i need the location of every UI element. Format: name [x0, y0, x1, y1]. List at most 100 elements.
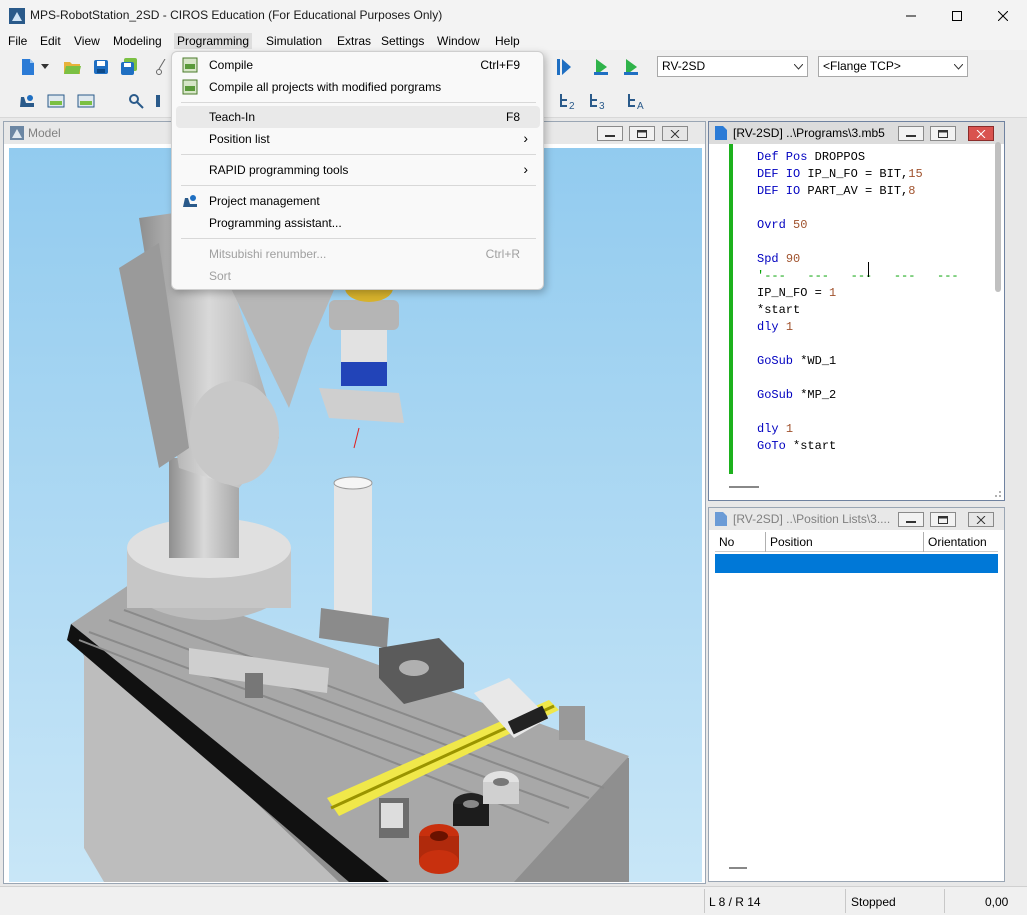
close-icon[interactable] — [968, 512, 994, 527]
step-forward-icon[interactable] — [553, 56, 575, 78]
tcp-select-value: <Flange TCP> — [823, 59, 901, 73]
list-a-icon[interactable]: A — [626, 90, 648, 112]
code-line[interactable]: dly 1 — [757, 422, 793, 436]
minimize-icon[interactable] — [597, 126, 623, 141]
code-line[interactable]: GoSub *WD_1 — [757, 354, 836, 368]
program-editor-window[interactable]: [RV-2SD] ..\Programs\3.mb5 Def Pos DROPP… — [708, 121, 1005, 501]
code-line[interactable]: GoSub *MP_2 — [757, 388, 836, 402]
programming-menu: Compile Ctrl+F9 Compile all projects with… — [171, 51, 544, 290]
code-line[interactable]: dly 1 — [757, 320, 793, 334]
minimize-button[interactable] — [888, 0, 934, 32]
column-divider[interactable] — [923, 532, 924, 552]
list-2-icon[interactable]: 2 — [558, 90, 580, 112]
column-no[interactable]: No — [719, 535, 734, 549]
program-window-titlebar[interactable]: [RV-2SD] ..\Programs\3.mb5 — [709, 122, 1004, 144]
code-line[interactable]: DEF IO IP_N_FO = BIT,15 — [757, 167, 923, 181]
code-line[interactable]: DEF IO PART_AV = BIT,8 — [757, 184, 915, 198]
maximize-button[interactable] — [934, 0, 980, 32]
close-icon[interactable] — [968, 126, 994, 141]
restore-icon[interactable] — [930, 126, 956, 141]
robot-select[interactable]: RV-2SD — [657, 56, 808, 77]
horizontal-scrollbar[interactable] — [729, 867, 747, 869]
menu-help[interactable]: Help — [492, 33, 523, 49]
code-line[interactable]: Spd 90 — [757, 252, 800, 266]
menu-item-sort[interactable]: Sort — [176, 265, 540, 287]
save-all-icon[interactable] — [119, 56, 141, 78]
menu-edit[interactable]: Edit — [37, 33, 64, 49]
menu-item-teach-in[interactable]: Teach-In F8 — [176, 106, 540, 128]
restore-icon[interactable] — [930, 512, 956, 527]
compile-all-icon — [182, 79, 198, 95]
program-window-title: [RV-2SD] ..\Programs\3.mb5 — [733, 126, 885, 140]
tcp-select[interactable]: <Flange TCP> — [818, 56, 968, 77]
list-a-label: A — [637, 101, 644, 110]
column-position[interactable]: Position — [770, 535, 813, 549]
chevron-right-icon: › — [523, 161, 528, 177]
menu-simulation[interactable]: Simulation — [263, 33, 325, 49]
resize-grip-icon[interactable] — [992, 488, 1002, 498]
status-bar: L 8 / R 14 Stopped 0,00 — [0, 886, 1027, 915]
change-marker — [729, 144, 733, 474]
code-line[interactable]: Ovrd 50 — [757, 218, 807, 232]
menu-file[interactable]: File — [5, 33, 30, 49]
minimize-icon[interactable] — [898, 512, 924, 527]
robot-select-value: RV-2SD — [662, 59, 706, 73]
menu-programming[interactable]: Programming — [174, 33, 253, 49]
code-line[interactable]: *start — [757, 303, 800, 317]
menu-window[interactable]: Window — [434, 33, 483, 49]
code-line[interactable]: Def Pos DROPPOS — [757, 150, 865, 164]
user-icon[interactable] — [152, 90, 166, 112]
column-divider[interactable] — [765, 532, 766, 552]
close-icon[interactable] — [662, 126, 688, 141]
robot-tool-icon[interactable] — [16, 90, 38, 112]
position-table-header: No Position Orientation — [715, 532, 998, 552]
table-row[interactable] — [715, 554, 998, 573]
chevron-down-icon — [792, 57, 804, 76]
code-line[interactable]: IP_N_FO = 1 — [757, 286, 836, 300]
code-line[interactable]: GoTo *start — [757, 439, 836, 453]
menu-item-compile-all[interactable]: Compile all projects with modified porgr… — [176, 76, 540, 98]
position-window-titlebar[interactable]: [RV-2SD] ..\Position Lists\3.... — [709, 508, 1004, 530]
restore-icon[interactable] — [629, 126, 655, 141]
menu-item-rapid-tools[interactable]: RAPID programming tools › — [176, 159, 540, 181]
compile-icon — [182, 57, 198, 73]
code-editor[interactable]: Def Pos DROPPOS DEF IO IP_N_FO = BIT,15 … — [717, 144, 997, 474]
menu-modeling[interactable]: Modeling — [110, 33, 165, 49]
project-management-icon — [183, 195, 197, 207]
menu-separator — [181, 154, 536, 155]
menu-view[interactable]: View — [71, 33, 103, 49]
simulation-time: 0,00 — [985, 895, 1009, 909]
menu-extras[interactable]: Extras — [334, 33, 374, 49]
document-icon — [715, 512, 727, 526]
menu-settings[interactable]: Settings — [378, 33, 427, 49]
minimize-icon[interactable] — [898, 126, 924, 141]
workcell-alt-icon[interactable] — [75, 90, 97, 112]
menu-item-project-management[interactable]: Project management — [176, 190, 540, 212]
close-button[interactable] — [980, 0, 1026, 32]
vertical-scrollbar[interactable] — [995, 142, 1001, 292]
list-3-icon[interactable]: 3 — [588, 90, 610, 112]
run-robot-icon[interactable] — [590, 56, 612, 78]
code-line[interactable]: '--- --- --- --- --- — [757, 269, 959, 283]
simulation-state: Stopped — [851, 895, 896, 909]
step-robot-icon[interactable] — [620, 56, 642, 78]
menu-item-programming-assistant[interactable]: Programming assistant... — [176, 212, 540, 234]
menu-item-mitsubishi-renumber[interactable]: Mitsubishi renumber... Ctrl+R — [176, 243, 540, 265]
save-icon[interactable] — [90, 56, 112, 78]
chevron-down-icon — [952, 57, 964, 76]
column-orientation[interactable]: Orientation — [928, 535, 987, 549]
menu-item-compile[interactable]: Compile Ctrl+F9 — [176, 54, 540, 76]
cursor-position: L 8 / R 14 — [709, 895, 761, 909]
chevron-down-icon[interactable] — [38, 56, 52, 78]
title-bar: MPS-RobotStation_2SD - CIROS Education (… — [0, 0, 1027, 32]
horizontal-scrollbar[interactable] — [729, 486, 759, 488]
open-folder-icon[interactable] — [61, 56, 83, 78]
inspect-icon[interactable] — [125, 90, 147, 112]
position-list-window[interactable]: [RV-2SD] ..\Position Lists\3.... No Posi… — [708, 507, 1005, 882]
list-2-label: 2 — [569, 101, 575, 110]
cut-icon[interactable] — [153, 56, 169, 78]
menu-item-position-list[interactable]: Position list › — [176, 128, 540, 150]
new-file-icon[interactable] — [17, 56, 39, 78]
app-icon — [9, 8, 25, 24]
workcell-icon[interactable] — [45, 90, 67, 112]
